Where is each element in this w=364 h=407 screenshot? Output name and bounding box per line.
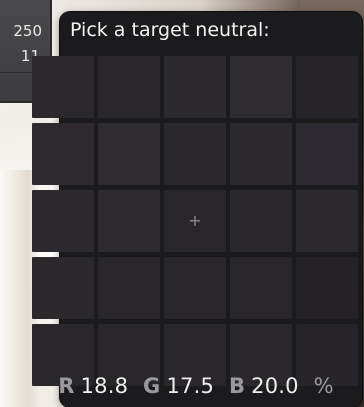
sample-cell[interactable] [98,123,160,185]
r-label: R [58,374,75,398]
sample-cell[interactable] [230,56,292,118]
sample-cell[interactable] [296,257,358,319]
percent-unit: % [313,374,334,398]
sample-cell[interactable] [230,123,292,185]
sample-cell-selected[interactable]: + [164,190,226,252]
sample-cell[interactable] [32,257,94,319]
loupe-title: Pick a target neutral: [70,19,270,41]
sample-cell[interactable] [164,56,226,118]
b-label: B [228,374,246,398]
r-value: 18.8 [80,374,129,398]
info-value-1: 250 [13,22,42,40]
sample-cell[interactable] [230,190,292,252]
g-label: G [143,374,161,398]
sample-cell[interactable] [98,56,160,118]
sample-cell[interactable] [164,257,226,319]
sample-cell[interactable] [32,123,94,185]
rgb-readout: R 18.8 G 17.5 B 20.0 % [30,374,362,398]
g-value: 17.5 [166,374,215,398]
sample-cell[interactable] [230,257,292,319]
sample-cell[interactable] [98,257,160,319]
crosshair-icon: + [188,211,202,230]
sample-cell[interactable] [296,123,358,185]
sample-cell[interactable] [164,123,226,185]
sample-cell[interactable] [32,56,94,118]
photo-canvas: 250 11 Pick a target neutral: + R 18.8 G1… [0,0,364,407]
b-value: 20.0 [251,374,299,398]
sample-cell[interactable] [296,56,358,118]
neutral-picker-loupe: Pick a target neutral: + R 18.8 G 17.5 B 20… [32,12,362,407]
sample-cell[interactable] [98,190,160,252]
sample-cell[interactable] [296,190,358,252]
sample-grid[interactable]: + [30,56,362,386]
sample-cell[interactable] [32,190,94,252]
